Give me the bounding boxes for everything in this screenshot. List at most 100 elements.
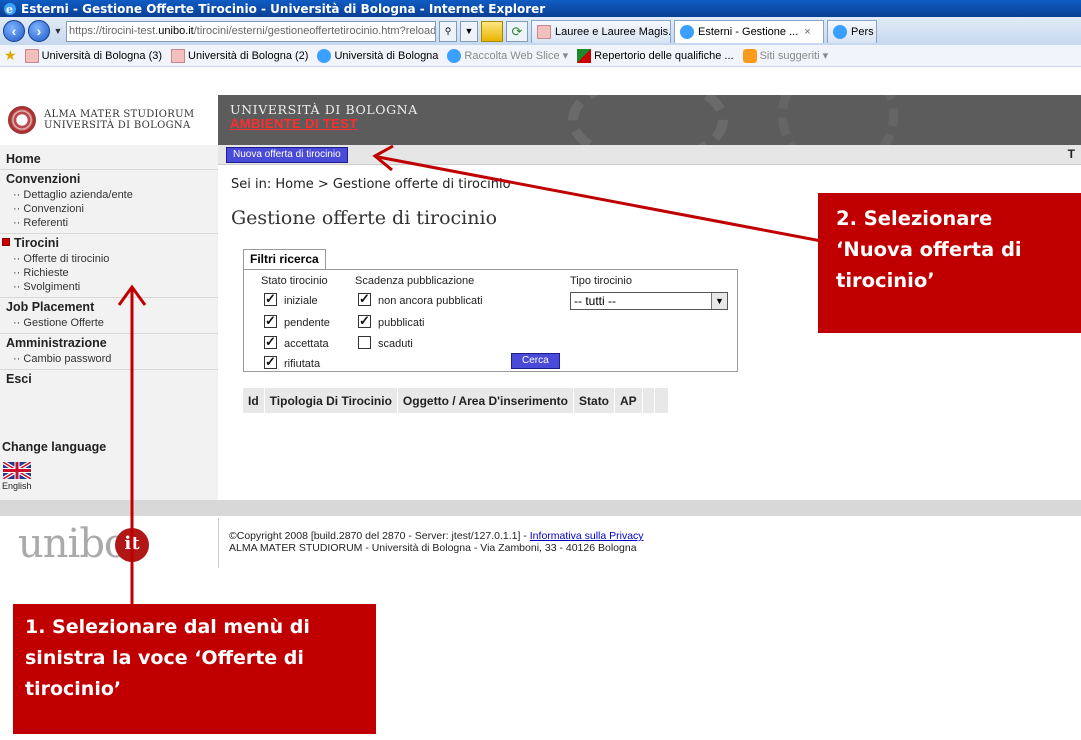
sidebar-item-gestione-offerte[interactable]: ·· Gestione Offerte — [0, 316, 218, 330]
search-button[interactable]: Cerca — [511, 353, 560, 369]
sidebar-item-label: Gestione Offerte — [23, 317, 104, 329]
checkbox-label: rifiutata — [284, 358, 321, 370]
uk-flag-icon[interactable] — [3, 462, 31, 479]
search-icon[interactable]: ⚲ — [439, 20, 457, 42]
privacy-link[interactable]: Informativa sulla Privacy — [530, 530, 644, 542]
column-header-id[interactable]: Id — [243, 388, 265, 413]
lock-icon[interactable] — [481, 20, 503, 42]
logo-line-1: ALMA MATER STUDIORUM — [44, 109, 195, 120]
window-title-bar: e Esterni - Gestione Offerte Tirocinio -… — [0, 0, 1081, 17]
unibo-favicon-icon — [24, 48, 39, 63]
sidebar-item-svolgimenti[interactable]: ·· Svolgimenti — [0, 280, 218, 294]
tab-label: Lauree e Lauree Magis... — [555, 25, 671, 38]
favorites-star-icon[interactable]: ★ — [4, 47, 17, 64]
checkbox-accettata[interactable] — [264, 334, 277, 350]
favorite-repertorio[interactable]: Repertorio delle qualifiche ... — [577, 48, 734, 63]
sidebar-item-label: Svolgimenti — [23, 281, 81, 293]
filter-panel: Stato tirocinio Scadenza pubblicazione T… — [243, 269, 738, 372]
checkbox-iniziale[interactable] — [264, 291, 277, 307]
filter-tab[interactable]: Filtri ricerca — [243, 249, 326, 269]
checkbox-label: pubblicati — [378, 317, 425, 329]
favorite-label: Repertorio delle qualifiche ... — [594, 49, 734, 62]
ie-favicon-icon — [317, 48, 332, 63]
column-header-tipologia[interactable]: Tipologia Di Tirocinio — [265, 388, 398, 413]
address-bar[interactable]: https://tirocini-test. unibo.it/tirocini/… — [66, 20, 436, 42]
site-header: UNIVERSITÀ DI BOLOGNA AMBIENTE DI TEST — [218, 95, 1081, 145]
sidebar-section-convenzioni[interactable]: Convenzioni — [0, 169, 218, 188]
sidebar-item-convenzioni[interactable]: ·· Convenzioni — [0, 202, 218, 216]
checkbox-pubblicati[interactable] — [358, 313, 371, 329]
checkbox-pendente[interactable] — [264, 313, 277, 329]
favorite-web-slice[interactable]: Raccolta Web Slice ▾ — [447, 48, 569, 63]
unibo-logo-dot[interactable]: it — [115, 528, 149, 562]
tab-label: Esterni - Gestione ... — [698, 25, 799, 38]
column-header-stato[interactable]: Stato — [574, 388, 616, 413]
scadenza-label: Scadenza pubblicazione — [355, 275, 475, 287]
favorite-label: Università di Bologna (3) — [41, 49, 163, 62]
checkbox-label: scaduti — [378, 338, 413, 350]
test-environment-label: AMBIENTE DI TEST — [230, 116, 358, 131]
favorite-unibo-2[interactable]: Università di Bologna (2) — [171, 48, 309, 63]
favorite-label: Siti suggeriti ▾ — [759, 50, 829, 62]
refresh-icon[interactable]: ⟳ — [506, 20, 528, 42]
sidebar-item-label: Offerte di tirocinio — [23, 253, 110, 265]
university-logo[interactable]: ALMA MATER STUDIORUM UNIVERSITÀ DI BOLOG… — [0, 95, 218, 145]
instruction-callout-step-1: 1. Selezionare dal menù di sinistra la v… — [13, 604, 376, 734]
new-offer-button[interactable]: Nuova offerta di tirocinio — [226, 147, 348, 163]
favorite-label: Università di Bologna (2) — [188, 49, 309, 62]
results-table-header: Id Tipologia Di Tirocinio Oggetto / Area… — [243, 388, 669, 414]
active-section-icon — [2, 238, 10, 246]
back-button[interactable]: ‹ — [3, 20, 25, 42]
checkbox-non-ancora-pubblicati[interactable] — [358, 291, 371, 307]
window-title: Esterni - Gestione Offerte Tirocinio - U… — [21, 1, 546, 16]
sidebar-item-richieste[interactable]: ·· Richieste — [0, 266, 218, 280]
copyright-line: ©Copyright 2008 [build.2870 del 2870 - S… — [229, 530, 530, 542]
tab-lauree[interactable]: Lauree e Lauree Magis... — [531, 19, 671, 43]
favorites-bar: ★ Università di Bologna (3) Università d… — [0, 45, 1081, 67]
chevron-down-icon[interactable]: ▼ — [711, 293, 727, 309]
checkbox-label: pendente — [284, 317, 330, 329]
gear-decoration-icon — [778, 95, 898, 145]
unibo-favicon-icon — [537, 24, 551, 39]
address-dropdown-icon[interactable]: ▼ — [460, 20, 478, 42]
checkbox-scaduti[interactable] — [358, 336, 371, 349]
checkbox-rifiutata[interactable] — [264, 354, 277, 370]
sidebar-section-label: Tirocini — [14, 236, 59, 250]
tab-pers[interactable]: Pers — [827, 19, 877, 43]
column-header-ap[interactable]: AP — [615, 388, 643, 413]
favorite-siti-suggeriti[interactable]: Siti suggeriti ▾ — [742, 48, 829, 63]
unibo-favicon-icon — [171, 48, 186, 63]
favorite-label: Raccolta Web Slice ▾ — [464, 50, 569, 62]
language-label[interactable]: English — [2, 481, 32, 491]
copyright-text: ©Copyright 2008 [build.2870 del 2870 - S… — [229, 530, 644, 554]
history-dropdown-icon[interactable]: ▼ — [53, 26, 63, 36]
sidebar-item-offerte-tirocinio[interactable]: ·· Offerte di tirocinio — [0, 252, 218, 266]
favorite-unibo[interactable]: Università di Bologna — [317, 48, 438, 63]
favorite-unibo-3[interactable]: Università di Bologna (3) — [24, 48, 163, 63]
sidebar-item-home[interactable]: Home — [0, 150, 218, 169]
unibo-logo-text[interactable]: unibo — [18, 522, 128, 566]
close-tab-icon[interactable]: × — [804, 26, 810, 38]
sidebar-item-label: Cambio password — [23, 353, 112, 365]
sidebar-item-esci[interactable]: Esci — [0, 369, 218, 388]
ie-favicon-icon — [833, 24, 847, 39]
tipo-tirocinio-label: Tipo tirocinio — [570, 275, 632, 287]
sidebar-item-referenti[interactable]: ·· Referenti — [0, 216, 218, 230]
footer-address: ALMA MATER STUDIORUM - Università di Bol… — [229, 542, 637, 554]
column-header-oggetto[interactable]: Oggetto / Area D'inserimento — [398, 388, 575, 413]
sidebar-section-job-placement[interactable]: Job Placement — [0, 297, 218, 316]
forward-button[interactable]: › — [28, 20, 50, 42]
sidebar-item-cambio-password[interactable]: ·· Cambio password — [0, 352, 218, 366]
instruction-callout-step-2: 2. Selezionare ‘Nuova offerta di tirocin… — [818, 193, 1081, 333]
sidebar-item-label: Referenti — [23, 217, 69, 229]
tab-esterni[interactable]: Esterni - Gestione ... × — [674, 19, 824, 43]
change-language-title: Change language — [2, 440, 107, 454]
sidebar-item-dettaglio-azienda[interactable]: ·· Dettaglio azienda/ente — [0, 188, 218, 202]
tipo-tirocinio-select[interactable]: -- tutti -- ▼ — [570, 292, 728, 310]
sidebar-section-amministrazione[interactable]: Amministrazione — [0, 333, 218, 352]
sidebar-section-tirocini[interactable]: Tirocini — [0, 233, 218, 252]
action-toolbar: Nuova offerta di tirocinio T — [218, 145, 1081, 165]
sidebar-item-label: Dettaglio azienda/ente — [23, 189, 133, 201]
url-path: /tirocini/esterni/gestioneoffertetirocin… — [193, 25, 436, 37]
sidebar-item-label: Richieste — [23, 267, 69, 279]
